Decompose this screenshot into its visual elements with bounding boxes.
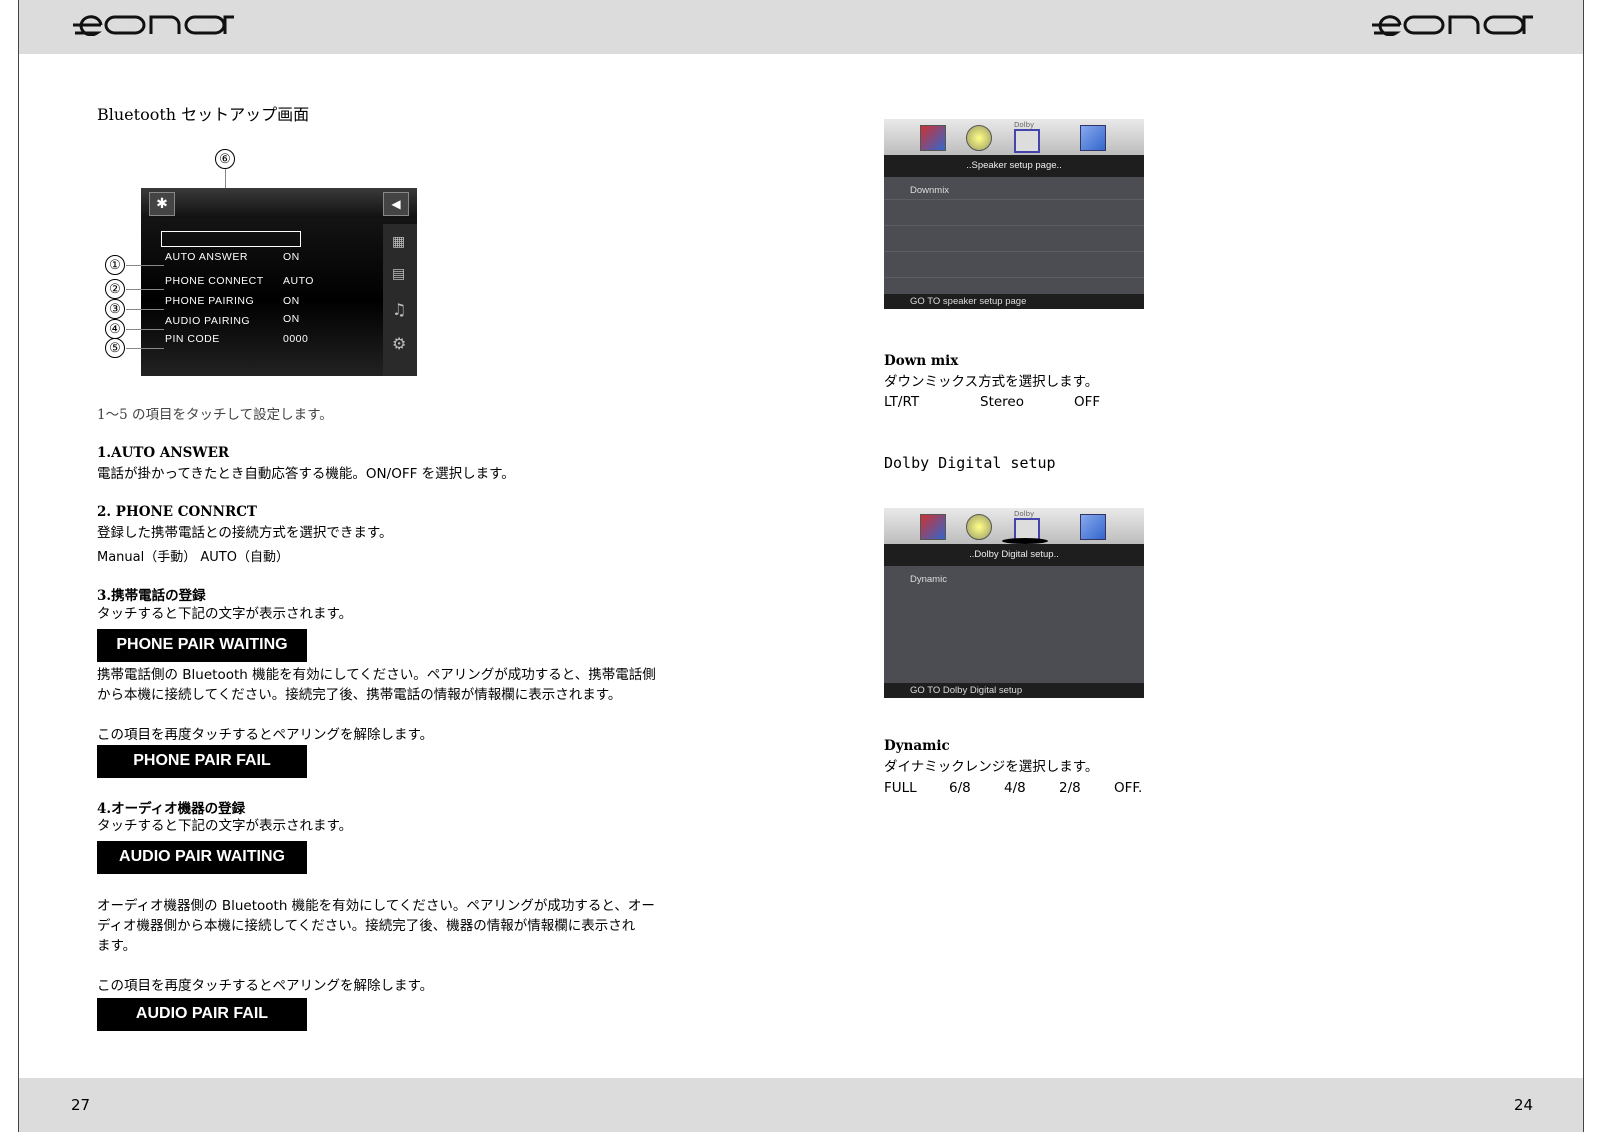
dolby-icon-label: Dolby — [1014, 510, 1035, 518]
right-header-bar — [802, 0, 1583, 54]
section-3-para-1: 携帯電話側の Bluetooth 機能を有効にしてください。ペアリングが成功する… — [97, 667, 656, 683]
section-2-heading: 2. PHONE CONNRCT — [97, 504, 257, 520]
dynamic-text: ダイナミックレンジを選択します。 — [884, 759, 1099, 775]
audio-pairing-label[interactable]: AUDIO PAIRING — [165, 315, 250, 327]
left-header-bar — [19, 0, 802, 54]
audio-pairing-value[interactable]: ON — [283, 313, 300, 325]
downmix-option-off: OFF — [1074, 394, 1101, 410]
section-4-text: タッチすると下記の文字が表示されます。 — [97, 818, 353, 834]
callout-5-leader — [126, 348, 164, 349]
phone-pairing-value[interactable]: ON — [283, 295, 300, 307]
bluetooth-icon[interactable]: ✱ — [149, 192, 175, 216]
callout-4: ④ — [105, 319, 125, 339]
section-3-heading: 3.携帯電話の登録 — [97, 588, 206, 604]
bt-screen-sidebar: ▦ ▤ ♫ ⚙ — [383, 224, 417, 376]
phone-pair-fail-badge: PHONE PAIR FAIL — [97, 745, 307, 778]
bluetooth-setup-screen: ✱ ◀ ▦ ▤ ♫ ⚙ AUTO ANSWER ON PHONE CONNECT… — [141, 188, 417, 376]
section-4-heading: 4.オーディオ機器の登録 — [97, 801, 246, 817]
right-footer-bar: 24 — [802, 1078, 1583, 1132]
info-field — [161, 231, 301, 247]
auto-answer-value[interactable]: ON — [283, 251, 300, 263]
picture-setup-icon[interactable] — [920, 125, 946, 151]
dynamic-option-2-8: 2/8 — [1059, 780, 1081, 796]
left-footer-bar: 27 — [19, 1078, 802, 1132]
dolby-digital-setup-screen: Dolby ..Dolby Digital setup.. Dynamic GO… — [884, 508, 1144, 698]
section-4-release: この項目を再度タッチするとペアリングを解除します。 — [97, 978, 434, 994]
downmix-heading: Down mix — [884, 353, 959, 369]
callout-1-leader — [126, 265, 164, 266]
section-3-release: この項目を再度タッチするとペアリングを解除します。 — [97, 727, 434, 743]
dolby-screen-title: ..Dolby Digital setup.. — [884, 544, 1144, 566]
bt-screen-topbar — [141, 188, 417, 218]
dynamic-heading: Dynamic — [884, 738, 950, 754]
speaker-screen-title: ..Speaker setup page.. — [884, 155, 1144, 177]
dynamic-option-off: OFF. — [1114, 780, 1143, 796]
page-number: 27 — [71, 1096, 91, 1114]
callout-2: ② — [105, 279, 125, 299]
setup-icon-bar: Dolby — [884, 508, 1144, 544]
dynamic-option-6-8: 6/8 — [949, 780, 971, 796]
audio-setup-icon[interactable] — [966, 514, 992, 540]
pin-code-value[interactable]: 0000 — [283, 333, 308, 345]
contacts-icon[interactable]: ▤ — [392, 266, 405, 282]
dynamic-menu-item[interactable]: Dynamic — [910, 574, 947, 585]
music-icon[interactable]: ♫ — [392, 300, 406, 319]
dolby-section-heading: Dolby Digital setup — [884, 454, 1056, 472]
section-4-para-3: ます。 — [97, 938, 137, 954]
callout-1: ① — [105, 255, 125, 275]
page-number: 24 — [1514, 1096, 1534, 1114]
menu-divider — [884, 225, 1144, 226]
audio-pair-fail-badge: AUDIO PAIR FAIL — [97, 998, 307, 1031]
section-4-para-1: オーディオ機器側の Bluetooth 機能を有効にしてください。ペアリングが成… — [97, 898, 655, 914]
dolby-setup-icon[interactable] — [1014, 129, 1040, 153]
preference-setup-icon[interactable] — [1080, 514, 1106, 540]
dolby-icon-label: Dolby — [1014, 121, 1035, 129]
downmix-menu-item[interactable]: Downmix — [910, 185, 949, 196]
section-1-heading: 1.AUTO ANSWER — [97, 445, 230, 461]
downmix-option-stereo: Stereo — [980, 394, 1024, 410]
menu-divider — [884, 251, 1144, 252]
eonon-logo-icon — [1372, 15, 1533, 36]
menu-divider — [884, 199, 1144, 200]
keypad-icon[interactable]: ▦ — [392, 234, 405, 250]
picture-setup-icon[interactable] — [920, 514, 946, 540]
eonon-logo-icon — [73, 15, 234, 36]
speaker-screen-footer: GO TO speaker setup page — [884, 294, 1144, 309]
dynamic-option-full: FULL — [884, 780, 917, 796]
callout-3: ③ — [105, 299, 125, 319]
section-2-text: 登録した携帯電話との接続方式を選択できます。 — [97, 525, 393, 541]
callout-3-leader — [126, 309, 164, 310]
preference-setup-icon[interactable] — [1080, 125, 1106, 151]
downmix-option-ltrt: LT/RT — [884, 394, 920, 410]
speaker-icon[interactable]: ◀ — [383, 192, 409, 216]
speaker-setup-screen: Dolby ..Speaker setup page.. Downmix GO … — [884, 119, 1144, 309]
audio-pair-waiting-badge: AUDIO PAIR WAITING — [97, 841, 307, 874]
phone-pairing-label[interactable]: PHONE PAIRING — [165, 295, 254, 307]
callout-2-leader — [126, 289, 164, 290]
callout-5: ⑤ — [105, 338, 125, 358]
section-3-text: タッチすると下記の文字が表示されます。 — [97, 606, 353, 622]
section-2-options: Manual（手動） AUTO（自動） — [97, 550, 289, 565]
page-title: Bluetooth セットアップ画面 — [97, 105, 310, 124]
downmix-text: ダウンミックス方式を選択します。 — [884, 374, 1099, 390]
audio-setup-icon[interactable] — [966, 125, 992, 151]
dynamic-option-4-8: 4/8 — [1004, 780, 1026, 796]
dolby-screen-footer: GO TO Dolby Digital setup — [884, 683, 1144, 698]
phone-pair-waiting-badge: PHONE PAIR WAITING — [97, 629, 307, 662]
menu-divider — [884, 277, 1144, 278]
section-1-text: 電話が掛かってきたとき自動応答する機能。ON/OFF を選択します。 — [97, 466, 515, 482]
callout-6: ⑥ — [215, 149, 235, 169]
setup-icon-bar: Dolby — [884, 119, 1144, 155]
right-page: Dolby ..Speaker setup page.. Downmix GO … — [802, 0, 1584, 1132]
phone-connect-label[interactable]: PHONE CONNECT — [165, 275, 264, 287]
settings-gear-icon[interactable]: ⚙ — [392, 334, 406, 353]
section-4-para-2: ディオ機器側から本機に接続してください。接続完了後、機器の情報が情報欄に表示され — [97, 918, 636, 934]
section-3-para-2: から本機に接続してください。接続完了後、携帯電話の情報が情報欄に表示されます。 — [97, 687, 622, 703]
left-page: Bluetooth セットアップ画面 ⑥ ✱ ◀ ▦ ▤ ♫ ⚙ AUTO AN… — [18, 0, 803, 1132]
phone-connect-value[interactable]: AUTO — [283, 275, 314, 287]
callout-4-leader — [126, 329, 164, 330]
intro-text: 1～5 の項目をタッチして設定します。 — [97, 407, 333, 423]
pin-code-label[interactable]: PIN CODE — [165, 333, 220, 345]
auto-answer-label[interactable]: AUTO ANSWER — [165, 251, 248, 263]
